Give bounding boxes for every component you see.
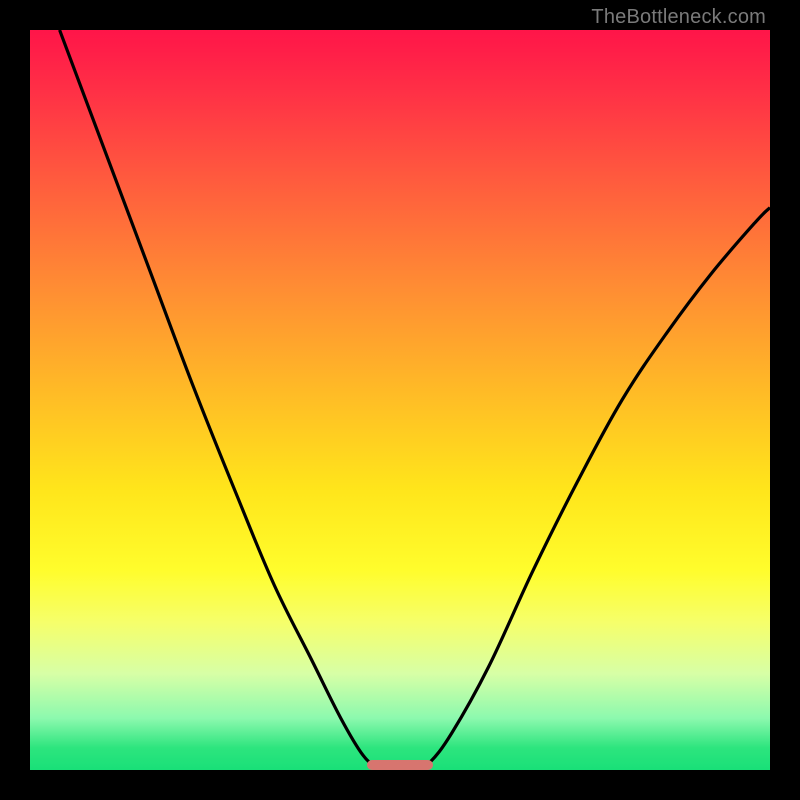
bottom-marker-bar (367, 760, 434, 770)
chart-frame: TheBottleneck.com (0, 0, 800, 800)
plot-area (30, 30, 770, 770)
watermark-text: TheBottleneck.com (591, 6, 766, 29)
curve-layer (30, 30, 770, 770)
left-curve (60, 30, 386, 770)
right-curve (415, 208, 770, 770)
